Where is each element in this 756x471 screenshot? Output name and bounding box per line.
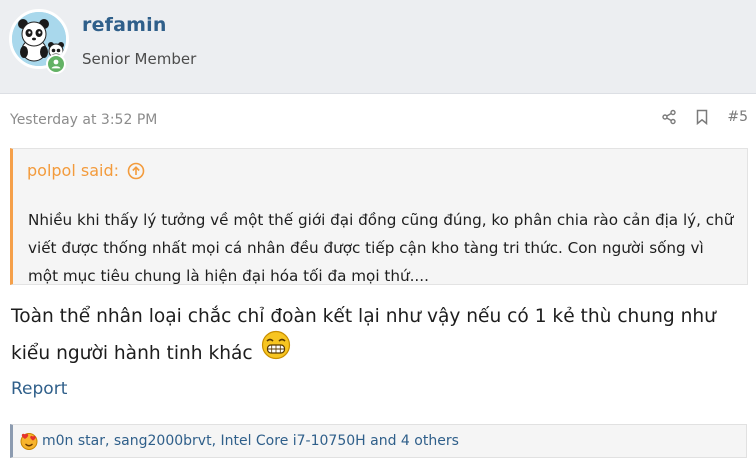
post-date-link[interactable]: Yesterday at 3:52 PM <box>10 112 157 128</box>
love-reaction-icon <box>19 431 39 451</box>
post-number-link[interactable]: #5 <box>727 109 748 125</box>
post-message: Toàn thể nhân loại chắc chỉ đoàn kết lại… <box>11 300 751 374</box>
reactions-bar[interactable]: m0n star, sang2000brvt, Intel Core i7-10… <box>10 424 747 458</box>
share-icon[interactable] <box>661 109 677 125</box>
user-title: Senior Member <box>82 50 197 68</box>
quote-block: polpol said: Nhiều khi thấy lý tưởng về … <box>10 148 748 285</box>
online-status-icon <box>46 54 66 74</box>
report-link[interactable]: Report <box>11 379 67 399</box>
arrow-up-circle-icon <box>127 162 145 180</box>
username-link[interactable]: refamin <box>82 14 167 36</box>
quote-author-label: polpol said: <box>27 161 119 180</box>
message-text: Toàn thể nhân loại chắc chỉ đoàn kết lại… <box>11 306 716 364</box>
reactions-summary-link[interactable]: m0n star, sang2000brvt, Intel Core i7-10… <box>42 433 459 449</box>
bookmark-icon[interactable] <box>695 109 709 125</box>
post-actions: #5 <box>643 109 748 125</box>
post-user-header: refamin Senior Member <box>0 0 756 94</box>
quote-text: Nhiều khi thấy lý tưởng về một thế giới … <box>28 211 734 285</box>
avatar[interactable] <box>9 9 69 74</box>
quote-author-link[interactable]: polpol said: <box>27 161 145 180</box>
grinning-smiley-icon <box>261 330 291 371</box>
